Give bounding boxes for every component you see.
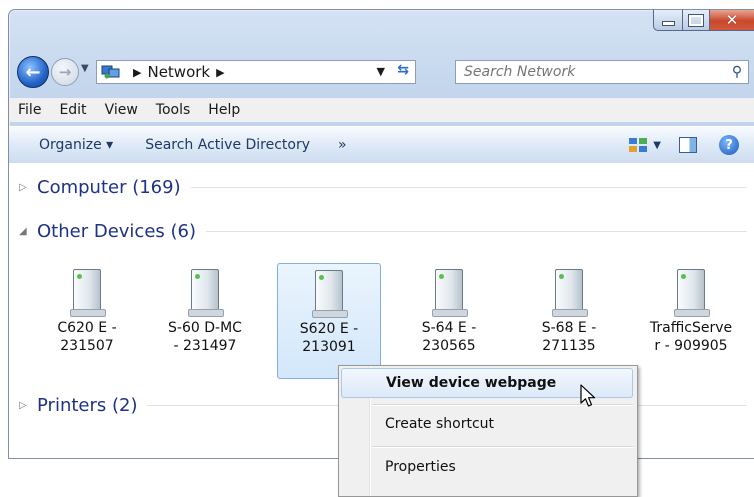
search-active-directory-button[interactable]: Search Active Directory	[127, 137, 324, 153]
address-dropdown-icon[interactable]: ▼	[377, 65, 385, 78]
device-icon	[312, 270, 348, 318]
device-label-line2: 271135	[542, 338, 596, 354]
group-label: Printers (2)	[37, 395, 138, 416]
menu-file[interactable]: File	[9, 102, 50, 118]
close-icon: ✕	[725, 10, 739, 29]
device-label-line2: 213091	[302, 339, 356, 355]
menu-separator	[373, 446, 633, 448]
device-icon	[70, 269, 106, 317]
device-label-line1: C620 E -	[57, 320, 117, 336]
minimize-button[interactable]	[653, 10, 683, 31]
group-divider	[190, 187, 747, 188]
navigation-bar: ← → ▼ ▶ Network ▶ ▼ ⇆ ⚲	[9, 52, 754, 88]
expand-arrow-icon[interactable]: ▷	[19, 400, 29, 411]
search-input[interactable]	[456, 63, 726, 81]
menu-edit[interactable]: Edit	[50, 102, 95, 118]
device-list: C620 E - 231507 S-60 D-MC - 231497 S620 …	[49, 263, 732, 381]
collapse-arrow-icon[interactable]: ◢	[19, 226, 29, 237]
recent-pages-dropdown-icon[interactable]: ▼	[81, 63, 89, 74]
device-label-line1: S-60 D-MC	[168, 320, 242, 336]
view-options-dropdown-icon[interactable]: ▼	[653, 140, 661, 151]
expand-arrow-icon[interactable]: ▷	[19, 182, 29, 193]
command-bar: Organize ▾ Search Active Directory » ▼ ?	[9, 126, 754, 164]
preview-pane-icon[interactable]	[679, 137, 697, 153]
forward-button[interactable]: →	[51, 58, 79, 86]
device-label-line2: 230565	[422, 338, 476, 354]
device-label-line2: - 231497	[173, 338, 237, 354]
group-other-devices[interactable]: ◢ Other Devices (6)	[19, 221, 747, 242]
search-icon[interactable]: ⚲	[726, 64, 748, 80]
organize-button[interactable]: Organize ▾	[9, 137, 127, 153]
close-button[interactable]: ✕	[710, 10, 754, 31]
device-icon	[432, 269, 468, 317]
refresh-icon[interactable]: ⇆	[397, 62, 409, 78]
device-item[interactable]: C620 E - 231507	[35, 263, 139, 379]
device-label-line1: S-64 E -	[421, 320, 477, 336]
menu-help[interactable]: Help	[199, 102, 249, 118]
device-item-selected[interactable]: S620 E - 213091	[277, 263, 381, 379]
device-label-line1: TrafficServe	[649, 320, 733, 336]
device-item[interactable]: S-60 D-MC - 231497	[153, 263, 257, 379]
breadcrumb-network[interactable]: Network	[147, 63, 210, 81]
group-divider	[206, 231, 747, 232]
menu-bar: File Edit View Tools Help	[9, 98, 754, 122]
group-label: Other Devices (6)	[37, 221, 196, 242]
menu-item-create-shortcut[interactable]: Create shortcut	[341, 409, 633, 439]
device-label-line2: 231507	[60, 338, 114, 354]
forward-arrow-icon: →	[58, 63, 72, 81]
network-icon	[101, 65, 121, 79]
device-item[interactable]: S-68 E - 271135	[517, 263, 621, 379]
change-view-icon[interactable]	[629, 138, 648, 152]
device-label-line2: r - 909905	[654, 338, 728, 354]
help-icon[interactable]: ?	[719, 135, 739, 155]
device-icon	[674, 269, 710, 317]
device-icon	[552, 269, 588, 317]
address-bar[interactable]: ▶ Network ▶ ▼ ⇆	[96, 60, 416, 84]
device-item[interactable]: S-64 E - 230565	[397, 263, 501, 379]
device-icon	[188, 269, 224, 317]
device-item[interactable]: TrafficServe r - 909905	[639, 263, 743, 379]
menu-tools[interactable]: Tools	[147, 102, 200, 118]
back-button[interactable]: ←	[17, 56, 49, 88]
menu-view[interactable]: View	[96, 102, 147, 118]
breadcrumb-chevron-icon[interactable]: ▶	[216, 66, 224, 79]
caption-buttons: ✕	[653, 10, 754, 31]
group-computer[interactable]: ▷ Computer (169)	[19, 177, 747, 198]
maximize-button[interactable]	[683, 10, 710, 31]
maximize-icon	[688, 13, 704, 27]
back-arrow-icon: ←	[25, 61, 41, 83]
device-label-line1: S-68 E -	[541, 320, 597, 336]
search-box[interactable]: ⚲	[455, 60, 749, 84]
minimize-icon	[661, 20, 675, 26]
mouse-pointer-icon	[580, 384, 596, 407]
breadcrumb-chevron-icon[interactable]: ▶	[133, 66, 141, 79]
device-label-line1: S620 E -	[299, 321, 359, 337]
more-commands-button[interactable]: »	[324, 137, 361, 153]
menu-item-properties[interactable]: Properties	[341, 452, 633, 482]
group-label: Computer (169)	[37, 177, 181, 198]
